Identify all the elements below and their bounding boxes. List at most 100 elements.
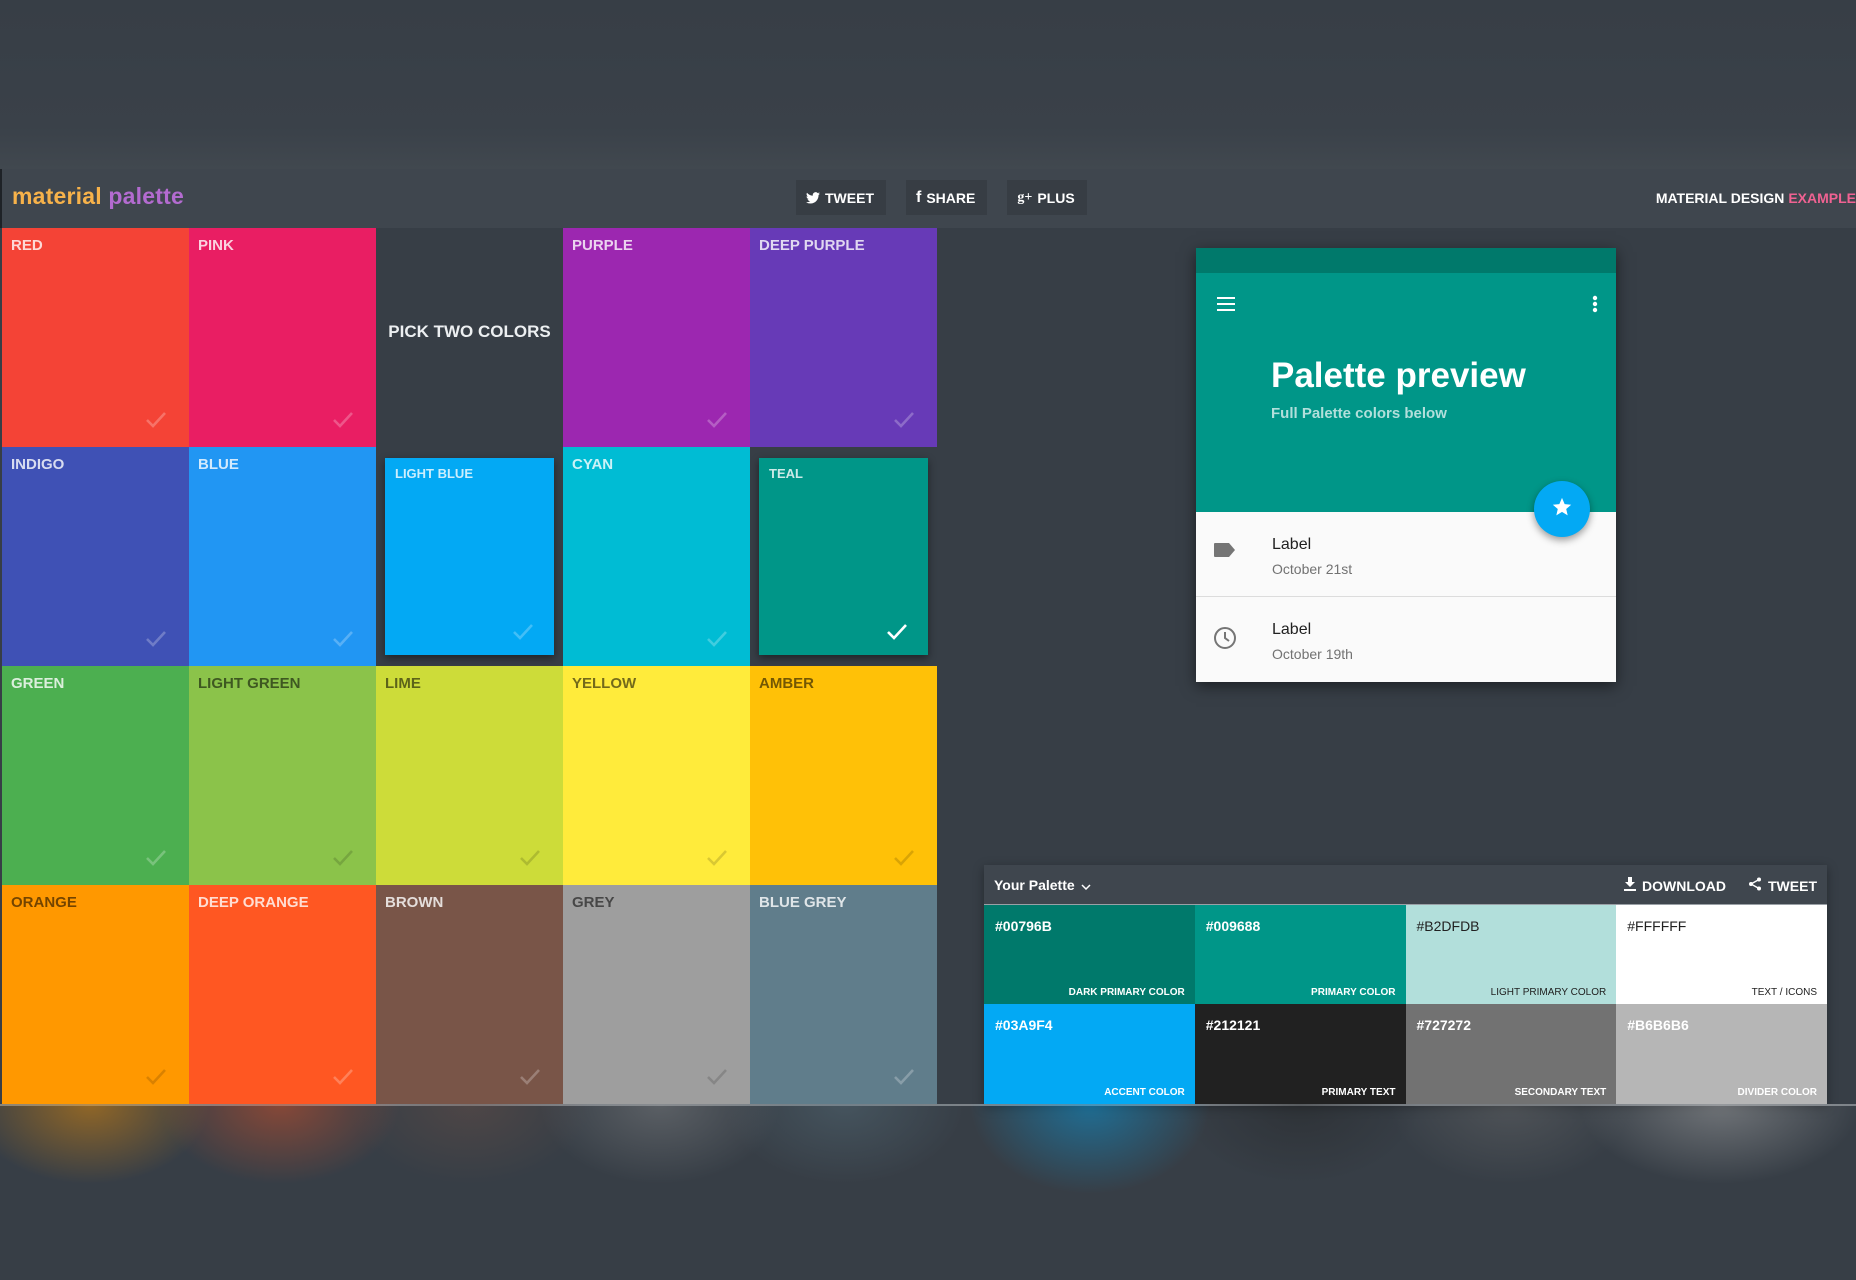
palette-swatch-divider-color[interactable]: #B6B6B6 DIVIDER COLOR [1616,1004,1827,1104]
color-tile-cyan[interactable]: CYAN [563,447,750,666]
color-tile-light-green[interactable]: LIGHT GREEN [189,666,376,885]
color-tile-light-blue[interactable]: LIGHT BLUE [376,447,563,666]
list-item-subtitle: October 19th [1272,646,1353,662]
menu-icon[interactable] [1217,297,1235,316]
share-icon [1748,877,1762,894]
color-tile-name: LIGHT BLUE [395,466,473,481]
color-tile-name: INDIGO [11,456,65,473]
swatch-hex: #00796B [995,918,1052,934]
color-tile-purple[interactable]: PURPLE [563,228,750,447]
example-link-accent: EXAMPLE [1788,190,1856,206]
palette-swatches: #00796B DARK PRIMARY COLOR #009688 PRIMARY … [984,905,1827,1104]
your-palette-dropdown[interactable]: Your Palette [994,877,1091,893]
color-tile-indigo[interactable]: INDIGO [2,447,189,666]
twitter-icon [806,191,820,204]
color-tile-red[interactable]: RED [2,228,189,447]
your-palette-panel: Your Palette DOWNLOAD TWEET #00796B DARK … [984,865,1827,1104]
check-icon [893,1068,919,1088]
label-icon [1213,541,1237,564]
check-icon [893,411,919,431]
example-link-text: MATERIAL DESIGN [1655,190,1785,206]
palette-swatch-text-icons[interactable]: #FFFFFF TEXT / ICONS [1616,905,1827,1004]
color-tile-name: BLUE GREY [759,894,847,911]
color-tile-yellow[interactable]: YELLOW [563,666,750,885]
chevron-down-icon [1081,877,1091,893]
palette-swatch-accent-color[interactable]: #03A9F4 ACCENT COLOR [984,1004,1195,1104]
color-tile-name: CYAN [572,456,614,473]
app-header: material palette TWEET f SHARE g+ PLUS M… [0,169,1856,228]
material-design-example-link[interactable]: MATERIAL DESIGN EXAMPLE [1656,190,1856,206]
check-icon [706,1068,732,1088]
color-tile-orange[interactable]: ORANGE [2,885,189,1104]
color-grid: RED PINK PICK TWO COLORS PURPLE DEEP PURPLE I… [2,228,937,1104]
list-item-title: Label [1272,621,1312,638]
check-icon [512,623,538,643]
color-tile-name: PINK [198,237,234,254]
logo[interactable]: material palette [12,183,184,210]
color-tile-blue[interactable]: BLUE [189,447,376,666]
palette-swatch-primary-color[interactable]: #009688 PRIMARY COLOR [1194,905,1406,1004]
color-tile-deep-purple[interactable]: DEEP PURPLE [750,228,937,447]
color-tile-name: PURPLE [572,237,633,254]
palette-header: Your Palette DOWNLOAD TWEET [984,865,1827,905]
color-tile-grey[interactable]: GREY [563,885,750,1104]
tweet-palette-button[interactable]: TWEET [1748,877,1817,894]
clock-icon [1213,626,1237,655]
swatch-hex: #B2DFDB [1416,918,1480,934]
swatch-role: SECONDARY TEXT [1514,1087,1607,1098]
plus-label: PLUS [1037,189,1075,206]
color-tile-amber[interactable]: AMBER [750,666,937,885]
check-icon [332,1068,358,1088]
color-tile-name: GREY [572,894,615,911]
color-tile-name: GREEN [11,675,65,692]
palette-swatch-secondary-text[interactable]: #727272 SECONDARY TEXT [1405,1004,1617,1104]
list-item[interactable]: Label October 21st [1196,512,1616,596]
list-item-subtitle: October 21st [1272,561,1353,577]
tweet-label: TWEET [825,189,874,206]
tweet-button[interactable]: TWEET [796,180,886,215]
check-icon [145,849,171,869]
download-label: DOWNLOAD [1642,877,1726,894]
palette-preview-phone: Palette preview Full Palette colors belo… [1196,248,1616,682]
check-icon [886,623,912,643]
facebook-icon: f [916,188,922,206]
color-tile-deep-orange[interactable]: DEEP ORANGE [189,885,376,1104]
check-icon [332,630,358,650]
swatch-role: TEXT / ICONS [1751,987,1817,998]
reflection-glow [0,1104,1856,1280]
check-icon [332,411,358,431]
app-bar: Palette preview Full Palette colors belo… [1196,273,1616,512]
google-plus-button[interactable]: g+ PLUS [1007,180,1087,215]
color-tile-name: TEAL [769,466,803,481]
check-icon [706,849,732,869]
check-icon [519,1068,545,1088]
palette-swatch-light-primary-color[interactable]: #B2DFDB LIGHT PRIMARY COLOR [1405,905,1617,1004]
palette-swatch-dark-primary-color[interactable]: #00796B DARK PRIMARY COLOR [984,905,1195,1004]
logo-word-palette: palette [108,183,184,209]
color-tile-blue-grey[interactable]: BLUE GREY [750,885,937,1104]
color-tile-teal[interactable]: TEAL [750,447,937,666]
color-tile-brown[interactable]: BROWN [376,885,563,1104]
list-item[interactable]: Label October 19th [1196,596,1616,680]
check-icon [893,849,919,869]
facebook-share-button[interactable]: f SHARE [906,180,988,215]
color-tile-lime[interactable]: LIME [376,666,563,885]
color-tile-name: BLUE [198,456,239,473]
download-icon [1624,877,1636,894]
color-tile-name: LIGHT GREEN [198,675,301,692]
more-vert-icon[interactable] [1592,295,1598,318]
color-tile-green[interactable]: GREEN [2,666,189,885]
swatch-hex: #FFFFFF [1627,918,1687,934]
google-plus-icon: g+ [1017,189,1033,205]
color-tile-name: LIME [385,675,421,692]
download-button[interactable]: DOWNLOAD [1624,877,1726,894]
pick-two-colors-label: PICK TWO COLORS [388,321,551,341]
color-tile-name: RED [11,237,43,254]
palette-swatch-primary-text[interactable]: #212121 PRIMARY TEXT [1194,1004,1406,1104]
check-icon [332,849,358,869]
share-buttons: TWEET f SHARE g+ PLUS [796,180,1087,215]
color-tile-pink[interactable]: PINK [189,228,376,447]
check-icon [519,849,545,869]
check-icon [706,411,732,431]
color-tile-name: YELLOW [572,675,637,692]
